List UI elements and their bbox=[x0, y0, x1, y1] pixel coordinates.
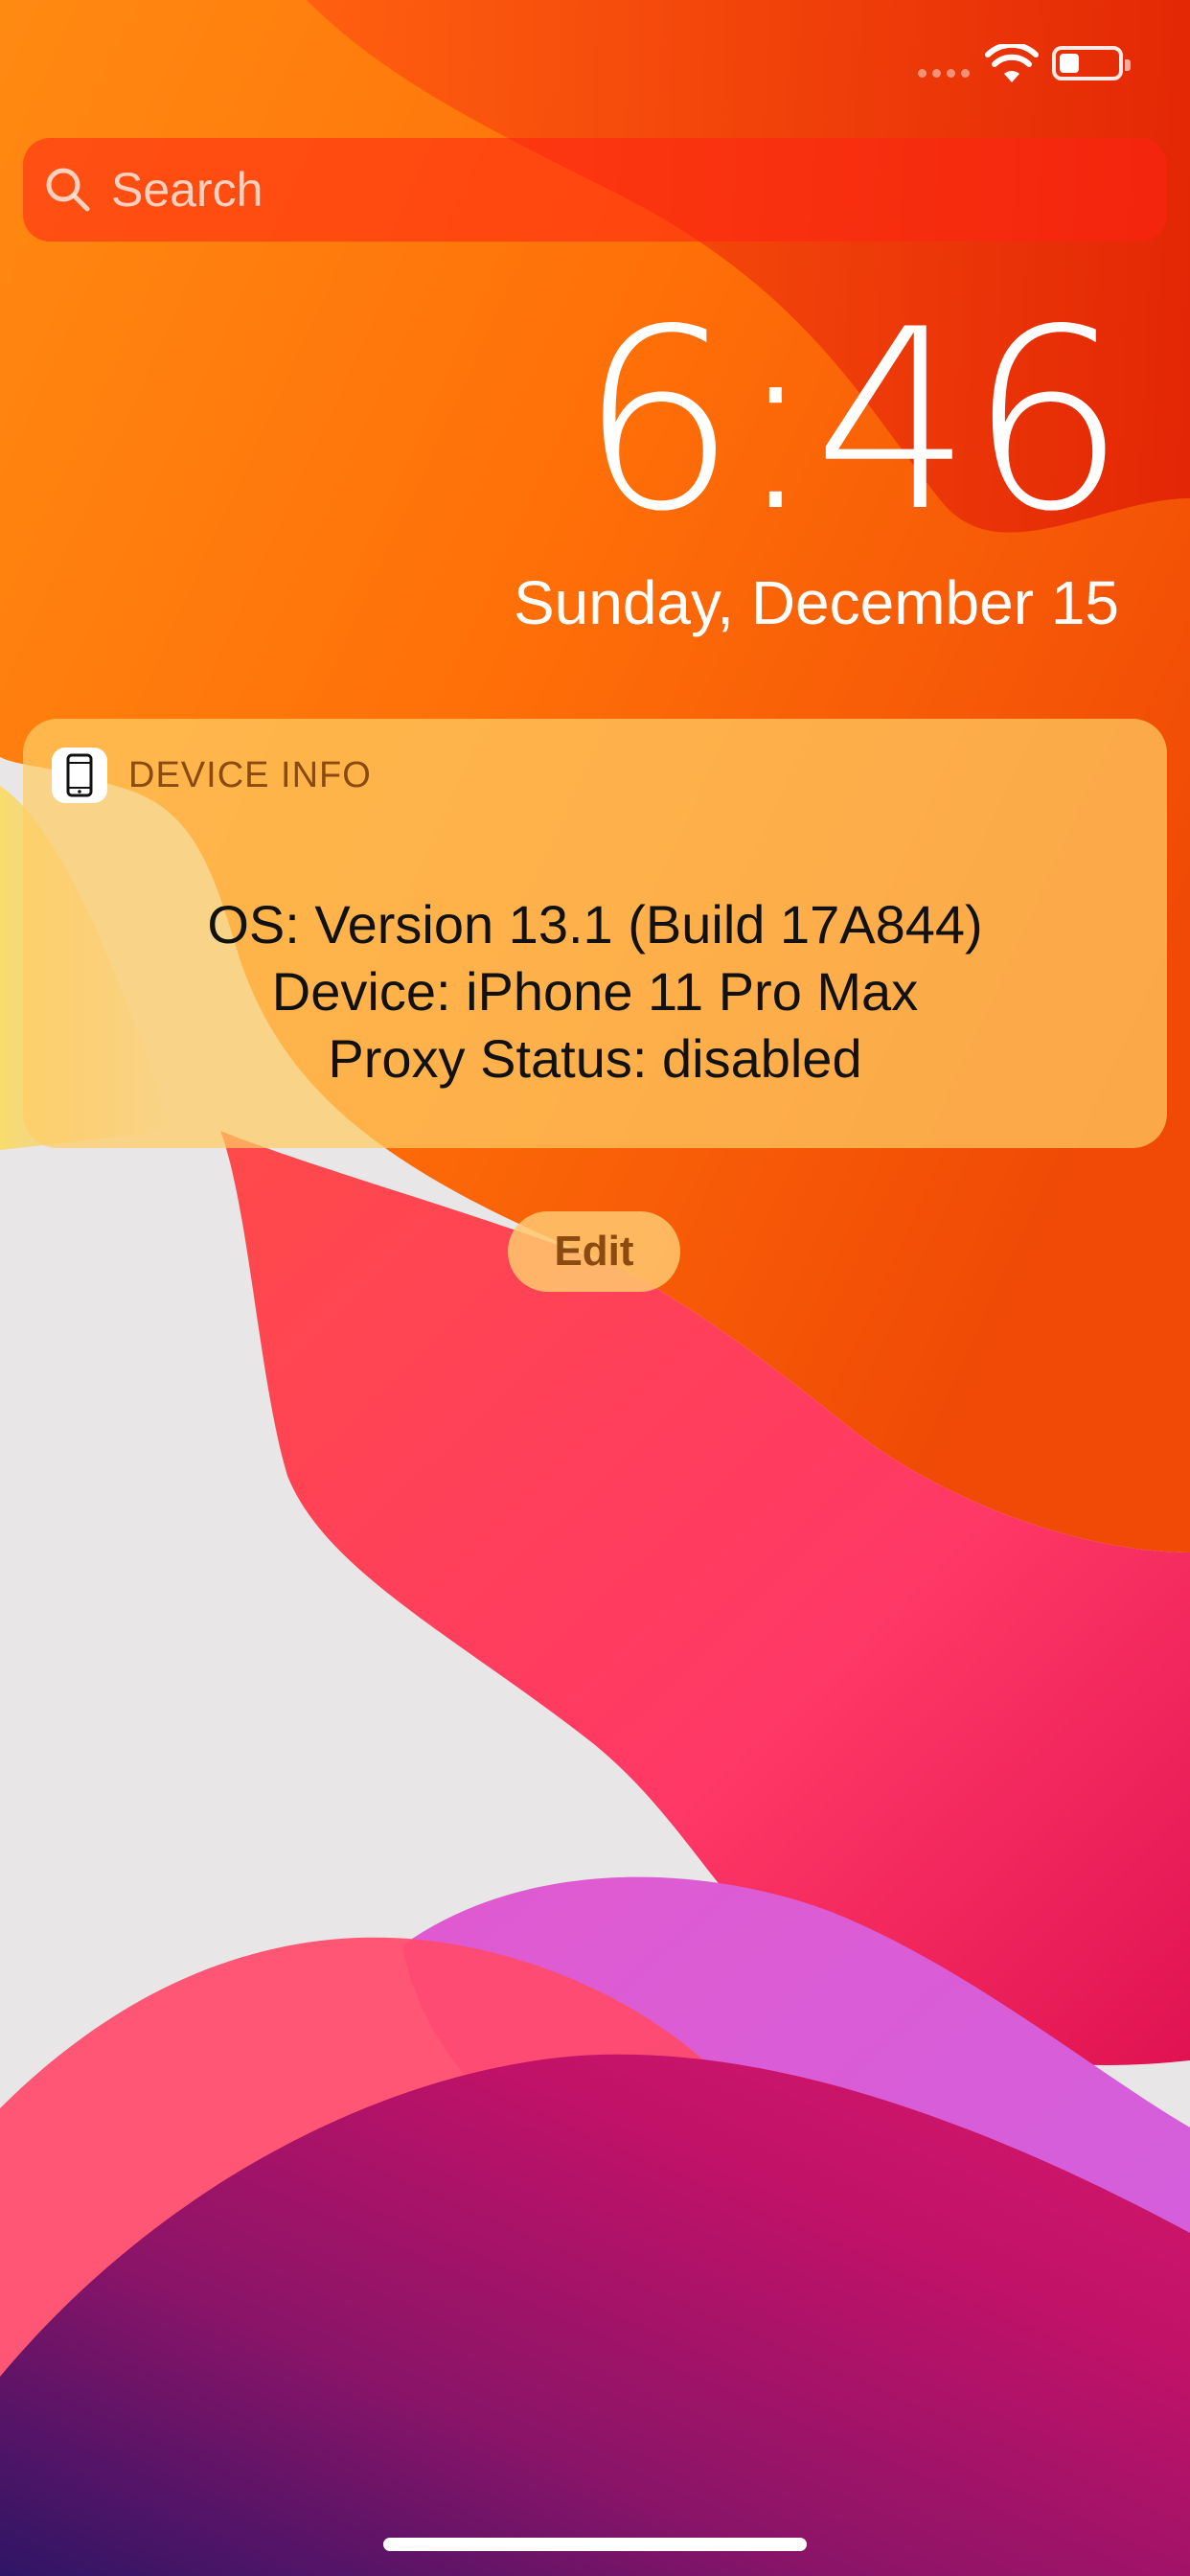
home-indicator[interactable] bbox=[383, 2538, 807, 2551]
clock-time: 6:46 bbox=[579, 277, 1127, 566]
status-bar bbox=[0, 0, 1190, 134]
wifi-icon bbox=[985, 44, 1039, 82]
widget-title: DEVICE INFO bbox=[128, 754, 372, 795]
widget-header: DEVICE INFO bbox=[52, 748, 372, 803]
signal-dots-icon bbox=[918, 69, 970, 78]
search-placeholder: Search bbox=[111, 163, 263, 217]
os-version-text: OS: Version 13.1 (Build 17A844) bbox=[207, 894, 983, 954]
battery-fill bbox=[1060, 54, 1079, 73]
device-info-widget[interactable]: DEVICE INFO OS: Version 13.1 (Build 17A8… bbox=[23, 719, 1167, 1148]
phone-icon bbox=[52, 748, 107, 803]
proxy-status-text: Proxy Status: disabled bbox=[328, 1028, 862, 1089]
battery-icon bbox=[1052, 46, 1131, 80]
search-icon bbox=[46, 168, 90, 212]
widget-body: OS: Version 13.1 (Build 17A844) Device: … bbox=[23, 891, 1167, 1092]
edit-button[interactable]: Edit bbox=[508, 1211, 680, 1292]
clock-date: Sunday, December 15 bbox=[513, 568, 1119, 637]
device-model-text: Device: iPhone 11 Pro Max bbox=[271, 961, 919, 1022]
search-bar[interactable]: Search bbox=[23, 138, 1167, 242]
